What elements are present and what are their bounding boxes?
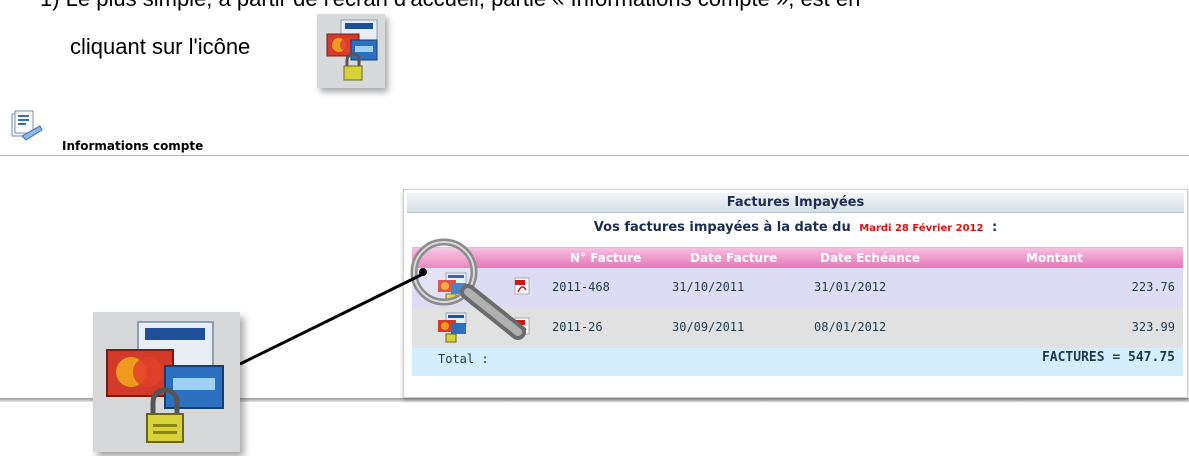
invoice-amount: 323.99 [1131, 320, 1175, 334]
payment-cards-lock-icon [317, 14, 385, 88]
col-due-date[interactable]: Date Echéance [820, 251, 920, 265]
invoice-date: 31/10/2011 [672, 280, 745, 294]
invoice-number: 2011-26 [552, 320, 603, 334]
table-total-row: Total : FACTURES = 547.75 [412, 348, 1183, 376]
section-title: Informations compte [62, 139, 204, 153]
document-text-line-2: cliquant sur l'icône [70, 34, 251, 59]
panel-subtitle: Vos factures impayées à la date du Mardi… [404, 220, 1187, 235]
document-text-line-1: 1) Le plus simple, à partir de l'écran d… [40, 0, 860, 12]
col-amount[interactable]: Montant [1026, 251, 1083, 265]
section-divider [0, 155, 1189, 156]
subtitle-date: Mardi 28 Février 2012 [859, 223, 984, 234]
documents-icon [8, 108, 44, 144]
magnifier-icon [406, 234, 536, 344]
invoice-number: 2011-468 [552, 280, 610, 294]
panel-title: Factures Impayées [407, 193, 1184, 213]
invoice-due-date: 08/01/2012 [814, 320, 887, 334]
total-value: FACTURES = 547.75 [1041, 350, 1175, 365]
total-label: Total : [438, 352, 489, 366]
col-invoice-date[interactable]: Date Facture [690, 251, 777, 265]
subtitle-suffix: : [992, 220, 998, 235]
invoice-amount: 223.76 [1131, 280, 1175, 294]
invoice-due-date: 31/01/2012 [814, 280, 887, 294]
col-invoice-number[interactable]: N° Facture [570, 251, 641, 265]
payment-cards-lock-icon [93, 312, 240, 452]
subtitle-prefix: Vos factures impayées à la date du [593, 220, 851, 235]
invoice-date: 30/09/2011 [672, 320, 745, 334]
